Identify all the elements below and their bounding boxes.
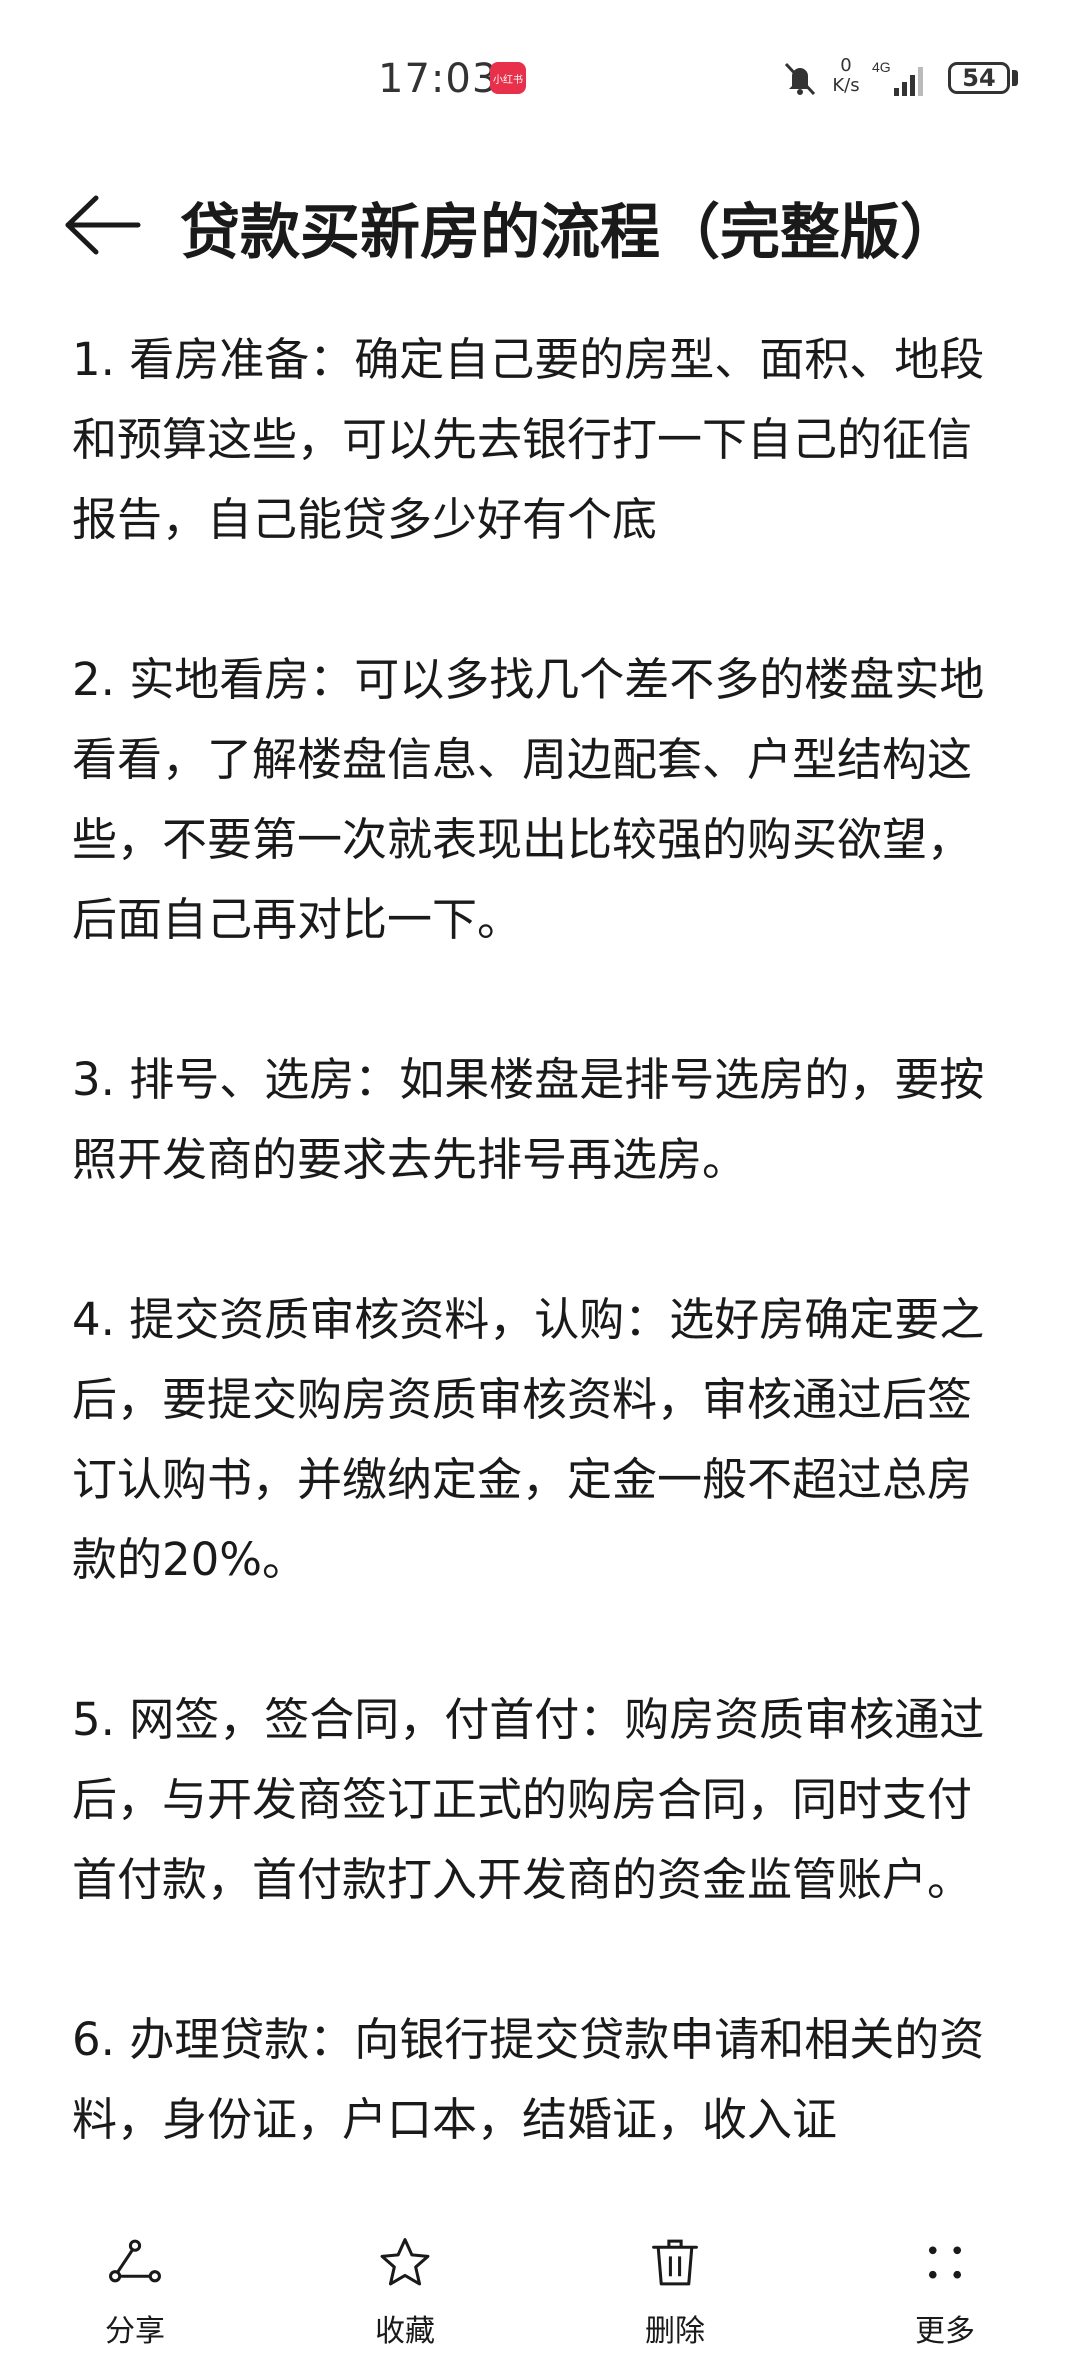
more-label: 更多	[915, 2314, 975, 2349]
favorite-button[interactable]: 收藏	[305, 2180, 505, 2350]
note-content[interactable]: 1. 看房准备：确定自己要的房型、面积、地段和预算这些，可以先去银行打一下自己的…	[72, 320, 1002, 2180]
more-icon	[928, 2246, 962, 2279]
back-button[interactable]	[60, 190, 150, 260]
step-6: 6. 办理贷款：向银行提交贷款申请和相关的资料，身份证，户口本，结婚证，收入证	[72, 2013, 985, 2146]
more-button[interactable]: 更多	[845, 2180, 1045, 2350]
net-speed-unit: K/s	[832, 75, 860, 96]
page-title: 贷款买新房的流程（完整版）	[180, 198, 960, 268]
arrow-left-icon	[65, 195, 141, 255]
header: 贷款买新房的流程（完整版）	[0, 170, 1080, 280]
app-notification-icon: 小红书	[490, 62, 526, 94]
delete-label: 删除	[645, 2314, 705, 2349]
step-2: 2. 实地看房：可以多找几个差不多的楼盘实地看看，了解楼盘信息、周边配套、户型结…	[72, 653, 985, 946]
step-5: 5. 网签，签合同，付首付：购房资质审核通过后，与开发商签订正式的购房合同，同时…	[72, 1693, 985, 1906]
net-speed-value: 0	[840, 55, 852, 76]
battery-tip	[1012, 70, 1018, 86]
share-button[interactable]: 分享	[35, 2180, 235, 2350]
network-type: 4G	[872, 59, 891, 75]
delete-button[interactable]: 删除	[575, 2180, 775, 2350]
step-1: 1. 看房准备：确定自己要的房型、面积、地段和预算这些，可以先去银行打一下自己的…	[72, 333, 985, 546]
battery-icon: 54	[948, 62, 1010, 94]
share-icon	[109, 2239, 161, 2283]
step-4: 4. 提交资质审核资料，认购：选好房确定要之后，要提交购房资质审核资料，审核通过…	[72, 1293, 985, 1586]
step-3: 3. 排号、选房：如果楼盘是排号选房的，要按照开发商的要求去先排号再选房。	[72, 1053, 985, 1186]
trash-icon	[652, 2239, 698, 2286]
bell-muted-icon	[784, 62, 816, 96]
favorite-label: 收藏	[375, 2314, 435, 2349]
bottom-toolbar: 分享 收藏 删除 更多	[0, 2180, 1080, 2376]
star-icon	[380, 2238, 430, 2286]
share-label: 分享	[105, 2314, 165, 2349]
status-time: 17:03	[378, 56, 499, 102]
signal-icon: 4G	[872, 59, 923, 96]
net-speed: 0 K/s	[826, 56, 866, 96]
status-bar: 17:03 小红书 0 K/s 4G 54	[0, 0, 1080, 150]
